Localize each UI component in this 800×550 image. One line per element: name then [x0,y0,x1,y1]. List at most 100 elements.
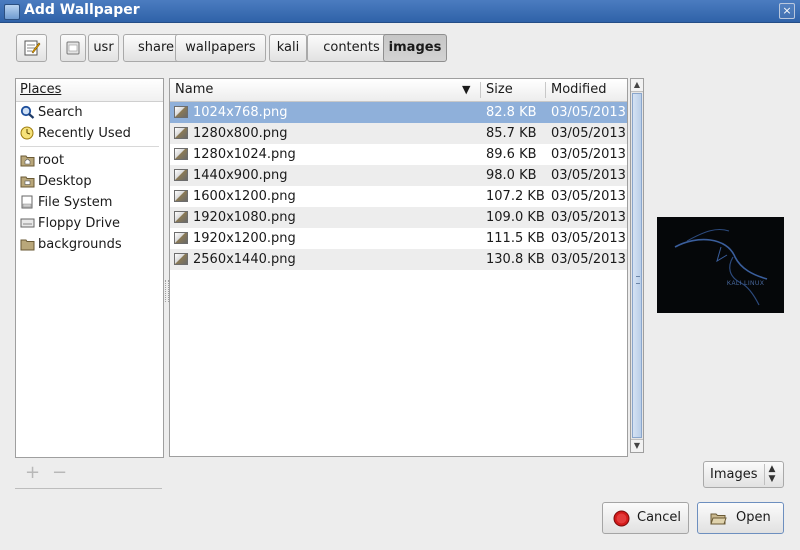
file-list-header: Name ▼ Size Modified [170,79,627,102]
place-label: Desktop [38,174,92,189]
column-divider[interactable] [480,82,481,98]
file-name: 1280x1024.png [193,147,296,162]
preview-caption: KALI LINUX [727,281,764,287]
file-modified: 03/05/2013 [551,252,626,267]
desktop-folder-icon [20,176,35,188]
floppy-drive-icon [20,218,35,228]
file-row-1280x800[interactable]: 1280x800.png 85.7 KB 03/05/2013 [170,123,627,144]
folder-icon [20,239,35,251]
file-modified: 03/05/2013 [551,147,626,162]
sort-descending-icon: ▼ [462,83,471,96]
path-segment-usr[interactable]: usr [88,34,119,62]
file-modified: 03/05/2013 [551,168,626,183]
path-root-button[interactable] [60,34,86,62]
image-file-icon [174,169,188,181]
file-size: 130.8 KB [486,252,545,267]
file-system-icon [21,195,33,209]
place-label: Recently Used [38,126,131,141]
places-header[interactable]: Places [16,79,163,102]
place-label: root [38,153,65,168]
home-folder-icon [20,155,35,167]
file-row-2560x1440[interactable]: 2560x1440.png 130.8 KB 03/05/2013 [170,249,627,270]
file-name: 1920x1200.png [193,231,296,246]
open-label: Open [736,510,771,525]
places-header-label: Places [20,82,62,97]
column-size[interactable]: Size [486,79,513,101]
file-name: 1280x800.png [193,126,288,141]
path-root-icon [66,41,80,55]
file-name: 1600x1200.png [193,189,296,204]
file-list: Name ▼ Size Modified 1024x768.png 82.8 K… [169,78,628,457]
combo-arrows-icon: ▲ ▼ [764,464,779,485]
place-search[interactable]: Search [16,102,163,123]
cancel-label: Cancel [637,510,682,525]
file-size: 85.7 KB [486,126,537,141]
place-file-system[interactable]: File System [16,192,163,213]
place-label: File System [38,195,113,210]
open-button[interactable]: Open [697,502,784,534]
app-icon [4,4,20,20]
scrollbar-thumb[interactable] [632,93,642,438]
file-row-1280x1024[interactable]: 1280x1024.png 89.6 KB 03/05/2013 [170,144,627,165]
file-list-scrollbar[interactable]: ▲ ▼ [630,78,644,453]
file-name: 1440x900.png [193,168,288,183]
remove-bookmark-button[interactable]: − [52,462,67,483]
column-divider[interactable] [545,82,546,98]
places-add-remove-bar: + − [15,458,162,489]
edit-location-button[interactable] [16,34,47,62]
file-size: 89.6 KB [486,147,537,162]
file-type-filter[interactable]: Images ▲ ▼ [703,461,784,488]
file-row-1440x900[interactable]: 1440x900.png 98.0 KB 03/05/2013 [170,165,627,186]
stop-icon [613,510,630,527]
wallpaper-preview: KALI LINUX [657,217,784,313]
recent-icon [20,126,34,140]
column-name[interactable]: Name [175,79,213,101]
places-sidebar: Places Search Recently Used root Desktop [15,78,164,458]
image-file-icon [174,106,188,118]
scroll-up-icon[interactable]: ▲ [631,79,643,92]
file-size: 111.5 KB [486,231,545,246]
column-modified[interactable]: Modified [551,79,606,101]
file-row-1024x768[interactable]: 1024x768.png 82.8 KB 03/05/2013 [170,102,627,123]
file-name: 1920x1080.png [193,210,296,225]
kali-dragon-logo: KALI LINUX [674,228,768,306]
path-segment-wallpapers[interactable]: wallpapers [175,34,266,62]
add-bookmark-button[interactable]: + [25,462,40,483]
title-bar: Add Wallpaper × [0,0,800,23]
place-label: backgrounds [38,237,122,252]
image-file-icon [174,211,188,223]
file-size: 109.0 KB [486,210,545,225]
place-floppy-drive[interactable]: Floppy Drive [16,213,163,234]
close-icon[interactable]: × [779,3,795,19]
file-row-1600x1200[interactable]: 1600x1200.png 107.2 KB 03/05/2013 [170,186,627,207]
file-modified: 03/05/2013 [551,105,626,120]
image-file-icon [174,232,188,244]
window-title: Add Wallpaper [24,2,140,18]
place-desktop[interactable]: Desktop [16,171,163,192]
file-modified: 03/05/2013 [551,231,626,246]
place-label: Search [38,105,83,120]
image-file-icon [174,253,188,265]
path-segment-images[interactable]: images [383,34,447,62]
filter-selected-value: Images [710,467,758,482]
place-label: Floppy Drive [38,216,121,231]
file-modified: 03/05/2013 [551,210,626,225]
edit-location-icon [24,40,41,56]
file-size: 107.2 KB [486,189,545,204]
file-size: 82.8 KB [486,105,537,120]
file-row-1920x1200[interactable]: 1920x1200.png 111.5 KB 03/05/2013 [170,228,627,249]
cancel-button[interactable]: Cancel [602,502,689,534]
path-segment-kali[interactable]: kali [269,34,307,62]
image-file-icon [174,148,188,160]
place-recently-used[interactable]: Recently Used [16,123,163,144]
place-backgrounds[interactable]: backgrounds [16,234,163,255]
file-name: 2560x1440.png [193,252,296,267]
file-row-1920x1080[interactable]: 1920x1080.png 109.0 KB 03/05/2013 [170,207,627,228]
search-icon [20,105,35,119]
scroll-down-icon[interactable]: ▼ [631,439,643,452]
place-root[interactable]: root [16,150,163,171]
file-modified: 03/05/2013 [551,189,626,204]
file-name: 1024x768.png [193,105,288,120]
scrollbar-grip-icon [636,276,640,284]
file-modified: 03/05/2013 [551,126,626,141]
